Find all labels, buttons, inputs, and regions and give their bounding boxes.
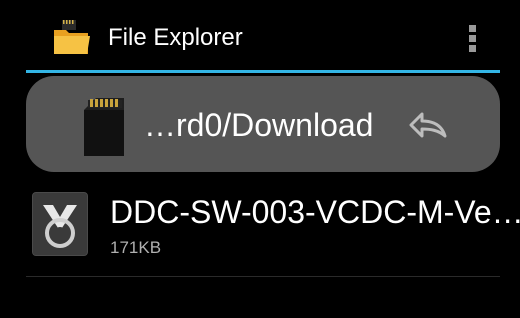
back-arrow-icon[interactable] [408,110,448,140]
current-path: …rd0/Download [144,107,374,143]
list-divider [26,276,500,277]
file-size: 171KB [110,238,162,257]
file-list-item[interactable]: DDC-SW-003-VCDC-M-Ve… 171KB [26,180,520,274]
file-name: DDC-SW-003-VCDC-M-Ve… [110,194,520,230]
action-bar: File Explorer [20,4,506,70]
app-file-icon [32,192,88,256]
sd-card-icon [84,98,124,156]
folder-sd-icon[interactable] [52,18,92,58]
screen: File Explorer …rd0/Download DDC-SW-003-V… [6,4,520,314]
app-title: File Explorer [108,24,243,51]
path-bar[interactable]: …rd0/Download [26,76,500,172]
action-bar-divider [26,70,500,73]
overflow-menu-icon[interactable] [458,20,486,56]
